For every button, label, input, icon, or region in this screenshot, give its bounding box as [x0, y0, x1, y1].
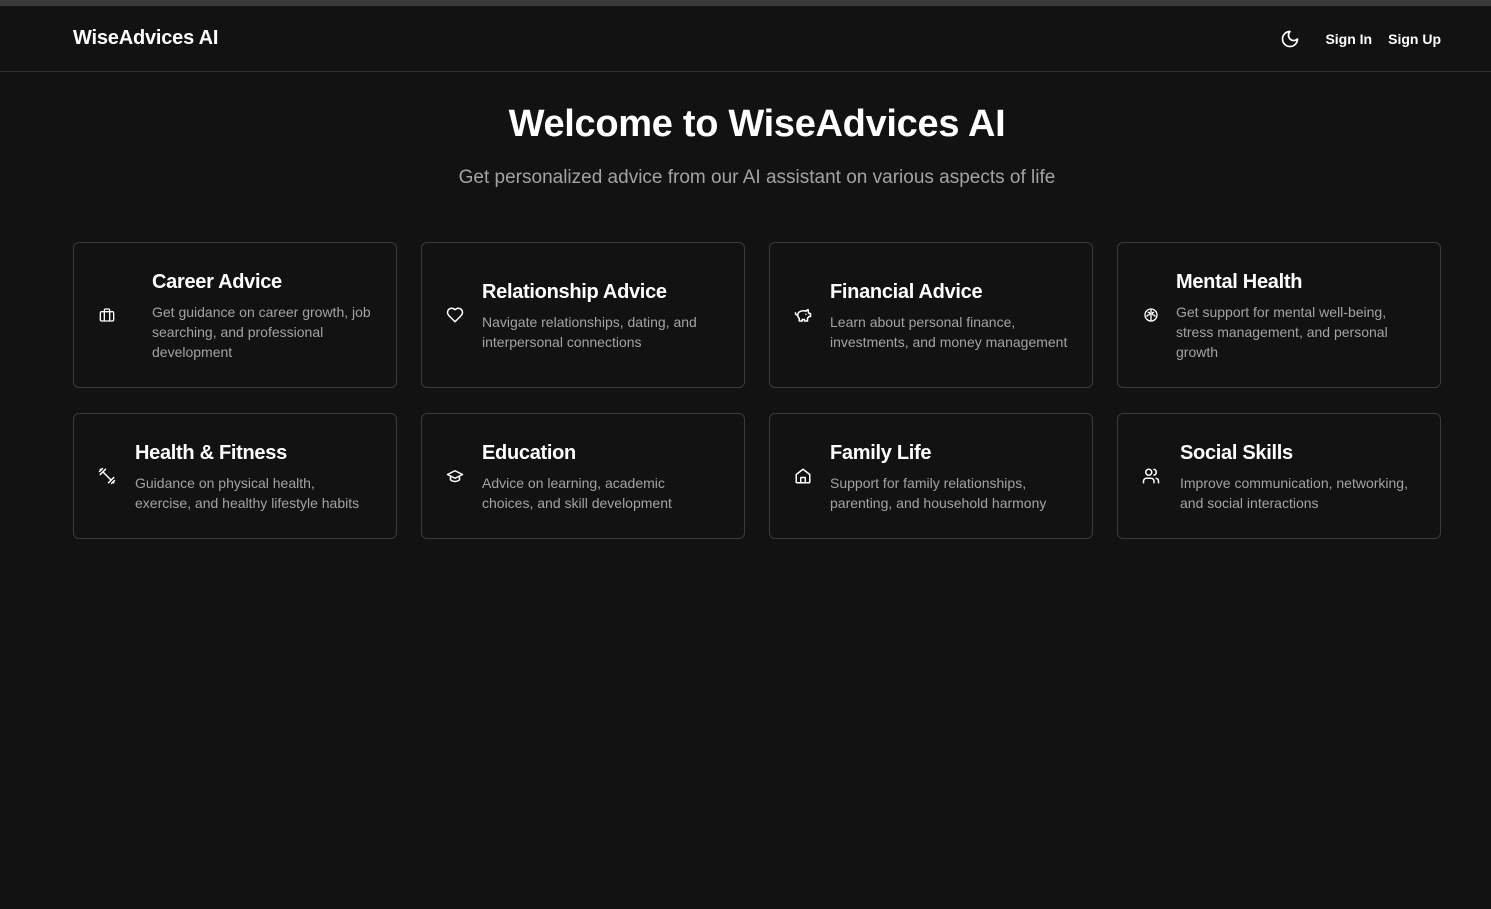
graduation-cap-icon [444, 465, 466, 487]
card-title: Social Skills [1180, 442, 1293, 464]
category-card-financial[interactable]: Financial Advice Learn about personal fi… [769, 242, 1093, 388]
page-title: Welcome to WiseAdvices AI [508, 103, 1006, 145]
card-description: Guidance on physical health, exercise, a… [135, 475, 360, 511]
card-title: Mental Health [1176, 271, 1303, 293]
card-title: Career Advice [152, 271, 282, 293]
advice-categories-grid: Career Advice Get guidance on career gro… [73, 242, 1441, 539]
card-title: Relationship Advice [482, 281, 667, 303]
theme-toggle-button[interactable] [1279, 28, 1301, 50]
card-description: Get guidance on career growth, job searc… [152, 304, 371, 360]
category-card-relationship[interactable]: Relationship Advice Navigate relationshi… [421, 242, 745, 388]
dumbbell-icon [96, 465, 118, 487]
card-description: Improve communication, networking, and s… [1180, 475, 1408, 511]
card-title: Family Life [830, 442, 932, 464]
sign-in-link[interactable]: Sign In [1325, 31, 1372, 47]
brain-icon [1140, 304, 1162, 326]
category-card-career[interactable]: Career Advice Get guidance on career gro… [73, 242, 397, 388]
users-icon [1140, 465, 1162, 487]
moon-icon [1282, 30, 1299, 47]
top-navbar: WiseAdvices AI Sign In Sign Up [0, 6, 1491, 72]
sign-up-link[interactable]: Sign Up [1388, 31, 1441, 47]
card-description: Get support for mental well-being, stres… [1176, 304, 1388, 360]
page-subtitle: Get personalized advice from our AI assi… [458, 167, 1056, 188]
category-card-education[interactable]: Education Advice on learning, academic c… [421, 413, 745, 539]
category-card-family-life[interactable]: Family Life Support for family relations… [769, 413, 1093, 539]
main-content: Welcome to WiseAdvices AI Get personaliz… [0, 72, 1491, 539]
card-description: Advice on learning, academic choices, an… [482, 475, 672, 511]
nav-actions: Sign In Sign Up [1279, 28, 1441, 50]
heart-icon [444, 304, 466, 326]
card-description: Learn about personal finance, investment… [830, 314, 1068, 350]
brand-logo[interactable]: WiseAdvices AI [73, 27, 218, 50]
piggy-bank-icon [792, 304, 814, 326]
card-description: Support for family relationships, parent… [830, 475, 1047, 511]
card-title: Health & Fitness [135, 442, 287, 464]
home-icon [792, 465, 814, 487]
card-description: Navigate relationships, dating, and inte… [482, 314, 697, 350]
card-title: Financial Advice [830, 281, 983, 303]
category-card-mental-health[interactable]: Mental Health Get support for mental wel… [1117, 242, 1441, 388]
category-card-health-fitness[interactable]: Health & Fitness Guidance on physical he… [73, 413, 397, 539]
briefcase-icon [96, 304, 118, 326]
category-card-social-skills[interactable]: Social Skills Improve communication, net… [1117, 413, 1441, 539]
hero-section: Welcome to WiseAdvices AI Get personaliz… [73, 72, 1441, 192]
card-title: Education [482, 442, 576, 464]
